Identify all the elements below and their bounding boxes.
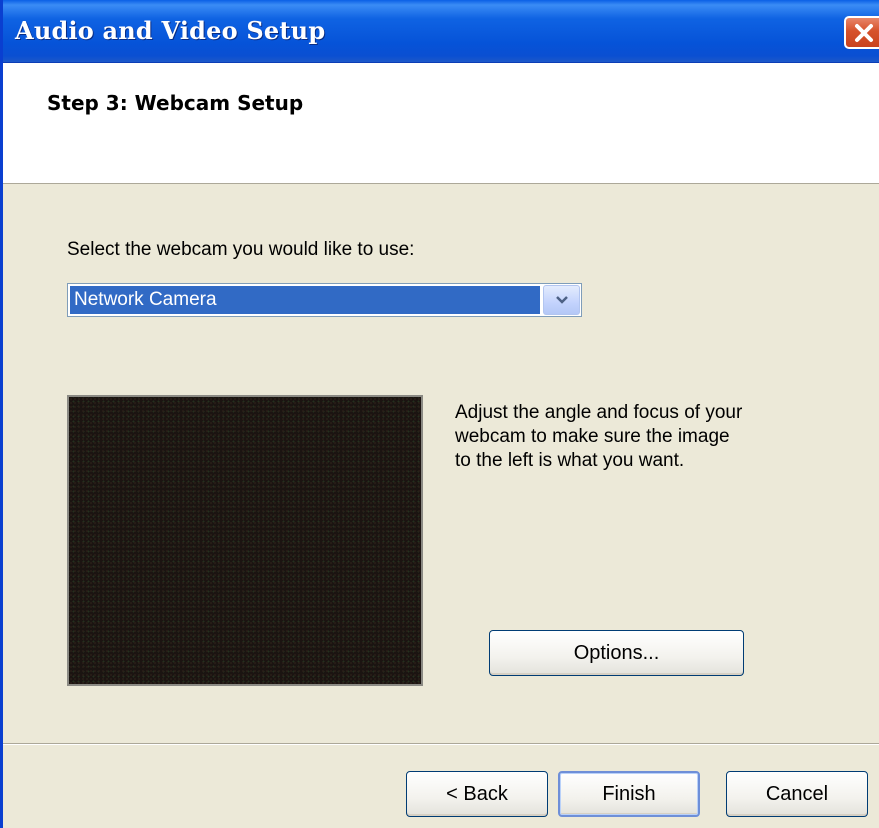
- finish-button-label: Finish: [602, 782, 656, 805]
- back-button-label: < Back: [446, 782, 508, 805]
- close-icon: [855, 24, 873, 42]
- cancel-button-label: Cancel: [765, 782, 829, 805]
- options-button[interactable]: Options...: [489, 630, 744, 676]
- step-title: Step 3: Webcam Setup: [47, 91, 304, 115]
- webcam-instructions: Adjust the angle and focus of your webca…: [455, 402, 743, 471]
- webcam-dropdown-value[interactable]: Network Camera: [70, 286, 540, 314]
- cancel-button[interactable]: Cancel: [726, 771, 868, 817]
- webcam-select-label: Select the webcam you would like to use:: [67, 239, 415, 260]
- window-title: Audio and Video Setup: [15, 16, 326, 45]
- wizard-header: Step 3: Webcam Setup: [3, 63, 879, 184]
- webcam-preview: [67, 395, 423, 686]
- chevron-down-icon: [556, 296, 568, 304]
- close-button[interactable]: [844, 16, 879, 49]
- back-button[interactable]: < Back: [406, 771, 548, 817]
- setup-dialog-window: Audio and Video Setup Step 3: Webcam Set…: [0, 0, 879, 828]
- finish-button[interactable]: Finish: [558, 771, 700, 817]
- dropdown-arrow-button[interactable]: [543, 285, 580, 315]
- title-bar[interactable]: Audio and Video Setup: [3, 0, 879, 63]
- footer-divider-highlight: [3, 744, 879, 745]
- webcam-dropdown[interactable]: Network Camera: [67, 283, 582, 317]
- options-button-label: Options...: [573, 641, 660, 664]
